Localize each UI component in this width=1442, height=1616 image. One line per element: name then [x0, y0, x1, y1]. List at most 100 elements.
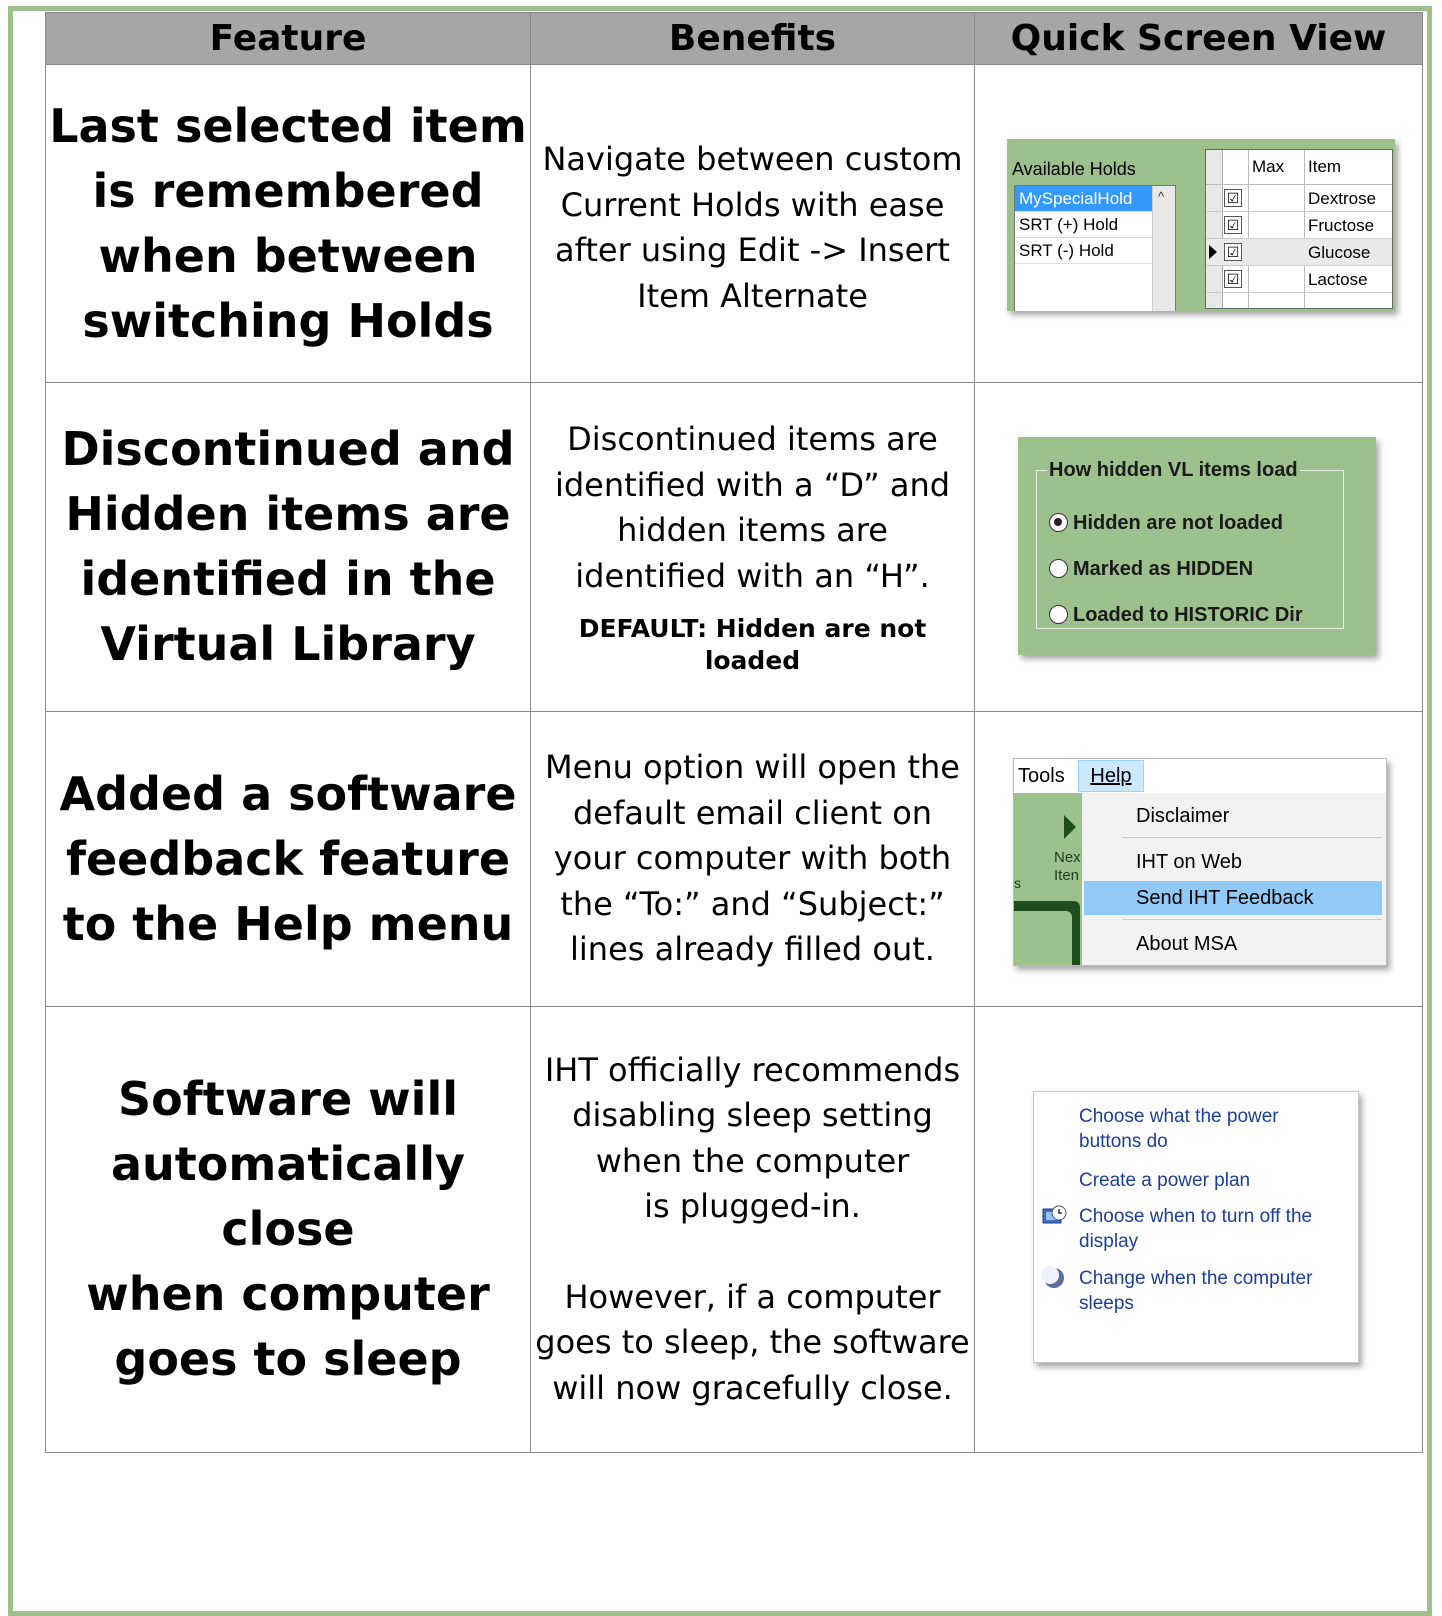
benefit-line: disabling sleep setting [572, 1096, 933, 1135]
item-name: Fructose [1308, 216, 1375, 235]
menu-bar: Tools Help [1014, 759, 1386, 794]
holds-list[interactable]: MySpecialHold SRT (+) Hold SRT (-) Hold … [1014, 185, 1176, 311]
radio-hidden-not-loaded[interactable]: Hidden are not loaded [1049, 512, 1283, 535]
benefit-line: identified with an “H”. [575, 556, 930, 595]
menu-item-iht-web[interactable]: IHT on Web [1084, 845, 1382, 879]
benefit-line: Navigate between custom [542, 140, 963, 178]
holds-scrollbar[interactable]: ^ [1152, 186, 1175, 311]
link-power-buttons[interactable]: Choose what the power buttons do [1079, 1104, 1329, 1154]
shot-cell: Tools Help Nex Iten s Disclaimer IHT on W… [974, 711, 1423, 1007]
feature-cell: Discontinued and Hidden items are identi… [45, 382, 531, 712]
benefit-line: after using Edit -> Insert [555, 231, 950, 269]
benefit-cell: IHT officially recommends disabling slee… [530, 1006, 975, 1453]
cut-label: s [1014, 875, 1021, 891]
group-legend: How hidden VL items load [1049, 459, 1298, 481]
benefit-line: your computer with both [553, 839, 952, 878]
checkbox-checked-icon[interactable]: ☑ [1224, 189, 1242, 207]
display-clock-icon [1042, 1205, 1067, 1224]
moon-sleep-icon [1042, 1266, 1064, 1288]
hold-items-grid: Max Item ☑ Dextrose ☑ Fructose ☑ Glucose… [1205, 149, 1393, 309]
grid-header: Max Item [1206, 150, 1392, 185]
benefit-cell: Discontinued items are identified with a… [530, 382, 975, 712]
scroll-up-icon[interactable]: ^ [1158, 189, 1164, 204]
app-background: Nex Iten s [1014, 793, 1082, 965]
next-arrow-icon[interactable] [1064, 815, 1076, 839]
shot-cell: How hidden VL items load Hidden are not … [974, 382, 1423, 712]
hold-item-selected[interactable]: MySpecialHold [1015, 186, 1165, 212]
item-name: Lactose [1308, 270, 1368, 289]
menu-item-disclaimer[interactable]: Disclaimer [1084, 799, 1382, 833]
benefit-line [531, 1230, 974, 1275]
table-row: Added a software feedback feature to the… [45, 711, 1423, 1007]
feature-line: switching Holds [82, 293, 494, 348]
grid-row[interactable]: ☑ Fructose [1206, 212, 1392, 239]
hidden-items-screenshot: How hidden VL items load Hidden are not … [1018, 437, 1376, 655]
header-quick-view: Quick Screen View [974, 12, 1423, 65]
item-name: Dextrose [1308, 189, 1377, 208]
radio-unselected-icon[interactable] [1049, 605, 1068, 624]
feature-line: Discontinued and [61, 422, 515, 476]
feature-cell: Software will automatically close when c… [45, 1006, 531, 1453]
benefit-line: hidden items are [617, 511, 888, 549]
feature-table: Feature Benefits Quick Screen View Last … [45, 12, 1423, 1453]
grid-row[interactable]: ☑ Dextrose [1206, 185, 1392, 212]
benefit-line: Menu option will open the [545, 748, 960, 787]
benefit-cell: Menu option will open the default email … [530, 711, 975, 1007]
link-create-power-plan[interactable]: Create a power plan [1079, 1168, 1329, 1193]
benefit-line: Item Alternate [637, 276, 868, 315]
table-row: Software will automatically close when c… [45, 1006, 1423, 1453]
link-change-sleep[interactable]: Change when the computer sleeps [1079, 1266, 1339, 1316]
help-dropdown: Disclaimer IHT on Web Send IHT Feedback … [1082, 793, 1386, 965]
radio-unselected-icon[interactable] [1049, 559, 1068, 578]
feature-line: Virtual Library [100, 617, 476, 671]
help-menu-screenshot: Tools Help Nex Iten s Disclaimer IHT on W… [1013, 758, 1387, 966]
benefit-line: lines already filled out. [570, 930, 935, 969]
grid-row-current[interactable]: ☑ Glucose [1206, 239, 1392, 266]
benefit-line: will now gracefully close. [552, 1368, 953, 1407]
default-note: DEFAULT: Hidden are not loaded [578, 614, 927, 675]
menu-separator [1122, 837, 1382, 838]
feature-line: to the Help menu [62, 896, 514, 951]
feature-line: Last selected item [49, 98, 527, 153]
menu-tools[interactable]: Tools [1018, 765, 1065, 788]
menu-help[interactable]: Help [1078, 760, 1144, 792]
power-options-screenshot: Choose what the power buttons do Create … [1033, 1091, 1359, 1363]
menu-item-send-feedback[interactable]: Send IHT Feedback [1084, 881, 1382, 915]
shot-cell: Available Holds MySpecialHold SRT (+) Ho… [974, 64, 1423, 383]
hold-item[interactable]: SRT (+) Hold [1015, 212, 1165, 238]
feature-line: Software will [118, 1072, 458, 1126]
hold-item[interactable]: SRT (-) Hold [1015, 238, 1165, 264]
benefit-line: Current Holds with ease [560, 185, 945, 224]
benefit-line: identified with a “D” and [554, 465, 951, 504]
header-row: Feature Benefits Quick Screen View [45, 12, 1423, 65]
radio-selected-icon[interactable] [1049, 513, 1068, 532]
table-row: Last selected item is remembered when be… [45, 64, 1423, 383]
radio-marked-hidden[interactable]: Marked as HIDDEN [1049, 558, 1253, 581]
shot-cell: Choose what the power buttons do Create … [974, 1006, 1423, 1453]
benefit-line: the “To:” and “Subject:” [560, 884, 945, 923]
checkbox-checked-icon[interactable]: ☑ [1224, 216, 1242, 234]
benefit-line: However, if a computer [564, 1277, 941, 1316]
benefit-line: IHT officially recommends [544, 1050, 961, 1089]
checkbox-checked-icon[interactable]: ☑ [1224, 243, 1242, 261]
feature-line: is remembered [92, 163, 484, 218]
feature-line: automatically close [111, 1137, 465, 1256]
feature-line: feedback feature [65, 831, 511, 886]
checkbox-checked-icon[interactable]: ☑ [1224, 270, 1242, 288]
benefit-line: goes to sleep, the software [535, 1323, 970, 1362]
benefit-line: when the computer [595, 1141, 910, 1180]
app-panel-inner [1014, 911, 1072, 965]
header-feature: Feature [45, 12, 531, 65]
grid-row[interactable]: ☑ Lactose [1206, 266, 1392, 293]
benefit-line: Discontinued items are [567, 420, 938, 458]
link-turn-off-display[interactable]: Choose when to turn off the display [1079, 1204, 1339, 1254]
feature-line: when between [98, 228, 478, 283]
feature-cell: Added a software feedback feature to the… [45, 711, 531, 1007]
radio-loaded-historic[interactable]: Loaded to HISTORIC Dir [1049, 604, 1303, 627]
menu-item-about[interactable]: About MSA [1084, 927, 1382, 961]
hidden-items-group: How hidden VL items load Hidden are not … [1036, 459, 1344, 629]
menu-separator [1122, 919, 1382, 920]
benefit-line: is plugged-in. [644, 1187, 861, 1226]
header-benefits: Benefits [530, 12, 975, 65]
col-item: Item [1308, 157, 1342, 176]
